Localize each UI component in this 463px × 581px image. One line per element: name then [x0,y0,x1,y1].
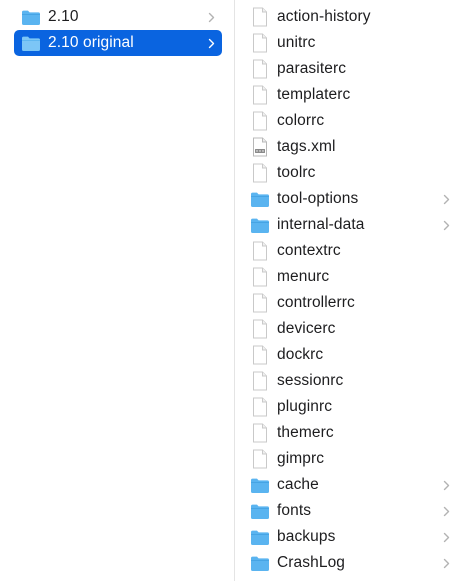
folder-icon [20,33,42,53]
document-icon [249,111,271,131]
file-row[interactable]: colorrc [249,108,457,134]
file-row[interactable]: sessionrc [249,368,457,394]
item-label: themerc [277,424,334,441]
folder-label: 2.10 [48,8,79,25]
document-icon [249,85,271,105]
document-icon [249,397,271,417]
item-label: sessionrc [277,372,344,389]
item-label: gimprc [277,450,325,467]
file-row[interactable]: action-history [249,4,457,30]
chevron-right-icon [441,478,451,492]
column-browser: 2.10 2.10 original action-history unitrc p… [0,0,463,581]
chevron-right-icon [441,530,451,544]
item-label: internal-data [277,216,365,233]
document-icon [249,59,271,79]
document-icon [249,7,271,27]
document-icon [249,241,271,261]
item-label: CrashLog [277,554,346,571]
xml-file-icon [249,137,271,157]
file-row[interactable]: themerc [249,420,457,446]
item-label: unitrc [277,34,316,51]
file-row[interactable]: templaterc [249,82,457,108]
item-label: devicerc [277,320,336,337]
item-label: tags.xml [277,138,336,155]
document-icon [249,449,271,469]
folder-icon [249,189,271,209]
item-label: fonts [277,502,312,519]
document-icon [249,163,271,183]
document-icon [249,267,271,287]
item-label: contextrc [277,242,341,259]
chevron-right-icon [441,504,451,518]
item-label: cache [277,476,319,493]
item-label: toolrc [277,164,316,181]
file-row[interactable]: devicerc [249,316,457,342]
document-icon [249,423,271,443]
item-label: dockrc [277,346,324,363]
file-row[interactable]: tags.xml [249,134,457,160]
item-label: controllerrc [277,294,355,311]
folder-row[interactable]: backups [249,524,457,550]
chevron-right-icon [441,556,451,570]
column-left[interactable]: 2.10 2.10 original [0,0,235,581]
folder-row[interactable]: fonts [249,498,457,524]
folder-row[interactable]: tool-options [249,186,457,212]
folder-row-2-10[interactable]: 2.10 [14,4,222,30]
file-row[interactable]: toolrc [249,160,457,186]
folder-row[interactable]: CrashLog [249,550,457,576]
folder-icon [20,7,42,27]
folder-row[interactable]: internal-data [249,212,457,238]
chevron-right-icon [441,192,451,206]
document-icon [249,293,271,313]
file-row[interactable]: parasiterc [249,56,457,82]
item-label: colorrc [277,112,325,129]
column-right[interactable]: action-history unitrc parasiterc templaterc… [235,0,463,581]
chevron-right-icon [206,10,216,24]
document-icon [249,33,271,53]
folder-label: 2.10 original [48,34,134,51]
file-row[interactable]: menurc [249,264,457,290]
folder-icon [249,475,271,495]
folder-icon [249,553,271,573]
file-row[interactable]: gimprc [249,446,457,472]
item-label: pluginrc [277,398,333,415]
item-label: parasiterc [277,60,347,77]
item-label: tool-options [277,190,359,207]
item-label: menurc [277,268,330,285]
file-row[interactable]: controllerrc [249,290,457,316]
file-row[interactable]: dockrc [249,342,457,368]
folder-row-2-10-original[interactable]: 2.10 original [14,30,222,56]
folder-row[interactable]: cache [249,472,457,498]
folder-icon [249,215,271,235]
file-list: action-history unitrc parasiterc templaterc… [249,4,457,576]
document-icon [249,319,271,339]
folder-icon [249,501,271,521]
document-icon [249,345,271,365]
file-row[interactable]: unitrc [249,30,457,56]
file-row[interactable]: contextrc [249,238,457,264]
item-label: templaterc [277,86,351,103]
folder-icon [249,527,271,547]
item-label: action-history [277,8,371,25]
file-row[interactable]: pluginrc [249,394,457,420]
chevron-right-icon [441,218,451,232]
item-label: backups [277,528,336,545]
chevron-right-icon [206,36,216,50]
document-icon [249,371,271,391]
